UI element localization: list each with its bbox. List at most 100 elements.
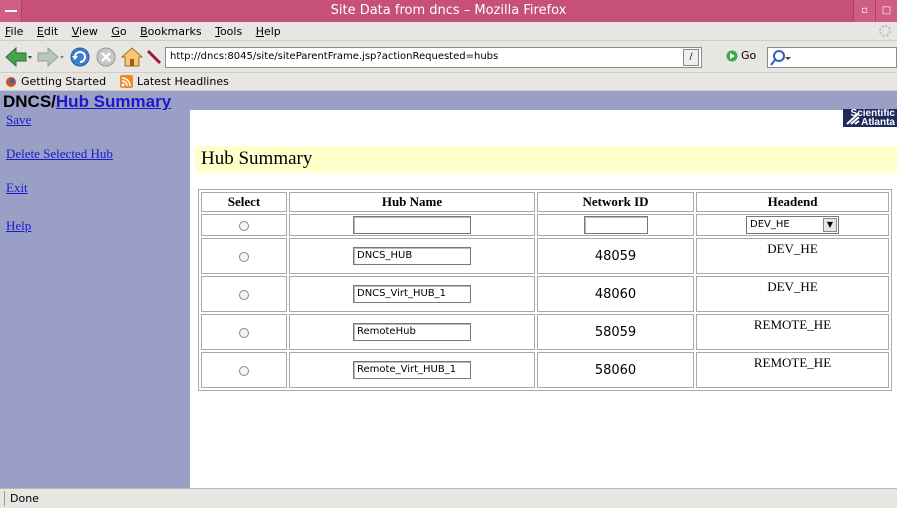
search-input[interactable]: [767, 47, 897, 68]
network-id-cell: 58059: [537, 314, 694, 350]
stop-icon: [96, 47, 116, 67]
menu-bookmarks[interactable]: Bookmarks: [135, 22, 206, 38]
back-arrow-icon: [5, 46, 32, 68]
reload-icon: [70, 47, 90, 67]
menu-edit[interactable]: Edit: [32, 22, 63, 38]
headend-cell: REMOTE_HE: [696, 352, 889, 388]
table-header-row: Select Hub Name Network ID Headend: [201, 192, 889, 212]
menu-go-label: o: [119, 25, 127, 38]
scientific-atlanta-logo: Scientific Atlanta: [843, 109, 897, 127]
select-radio[interactable]: [239, 290, 249, 301]
hub-name-input[interactable]: RemoteHub: [353, 323, 471, 341]
headend-select-value: DEV_HE: [750, 219, 790, 230]
menu-view[interactable]: View: [67, 22, 103, 38]
help-link[interactable]: Help: [6, 218, 31, 234]
menu-file-label: ile: [10, 25, 24, 38]
hub-name-cell: DNCS_Virt_HUB_1: [289, 276, 535, 312]
table-row: DNCS_Virt_HUB_1 48060 DEV_HE: [201, 276, 889, 312]
delete-selected-hub-link[interactable]: Delete Selected Hub: [6, 146, 113, 162]
select-cell: [201, 314, 287, 350]
status-text: Done: [10, 492, 39, 505]
hub-summary-link[interactable]: Hub Summary: [56, 92, 171, 111]
select-radio[interactable]: [239, 328, 249, 339]
menu-help-accel: H: [255, 25, 264, 38]
go-button[interactable]: Go: [726, 49, 756, 62]
menu-bar: File Edit View Go Bookmarks Tools Help: [0, 22, 897, 41]
menu-tools-label: ools: [219, 25, 243, 38]
status-bar: Done: [0, 488, 897, 508]
network-id-cell: [537, 214, 694, 236]
menu-view-accel: V: [71, 25, 80, 38]
select-cell: [201, 238, 287, 274]
table-row: DNCS_HUB 48059 DEV_HE: [201, 238, 889, 274]
logo-mark-icon: [846, 112, 860, 125]
chevron-down-icon: ▼: [823, 218, 837, 232]
window-titlebar: Site Data from dncs – Mozilla Firefox ▫ …: [0, 0, 897, 22]
select-radio[interactable]: [239, 252, 249, 263]
maximize-button[interactable]: □: [875, 0, 897, 22]
network-id-cell: 48059: [537, 238, 694, 274]
bookmark-getting-started[interactable]: Getting Started: [5, 75, 106, 88]
hub-name-cell: DNCS_HUB: [289, 238, 535, 274]
hub-name-input[interactable]: Remote_Virt_HUB_1: [353, 361, 471, 379]
page-header-title: DNCS/Hub Summary: [3, 92, 171, 112]
hub-name-input[interactable]: DNCS_HUB: [353, 247, 471, 265]
back-button[interactable]: [4, 45, 32, 69]
new-hub-row: DEV_HE ▼: [201, 214, 889, 236]
window-title: Site Data from dncs – Mozilla Firefox: [330, 3, 567, 18]
menu-bookmarks-label: ookmarks: [147, 25, 202, 38]
firefox-bookmark-icon: [6, 76, 16, 87]
rss-feed-icon: [120, 75, 133, 88]
throbber-icon: [879, 25, 891, 37]
new-network-id-input[interactable]: [583, 216, 648, 234]
page-title-bar: Hub Summary: [195, 146, 897, 173]
menu-edit-label: dit: [43, 25, 59, 38]
select-cell: [201, 276, 287, 312]
table-row: Remote_Virt_HUB_1 58060 REMOTE_HE: [201, 352, 889, 388]
new-hub-name-input[interactable]: [353, 216, 471, 234]
headend-select[interactable]: DEV_HE ▼: [746, 216, 839, 234]
menu-go-accel: G: [111, 25, 120, 38]
home-icon: [120, 47, 144, 67]
forward-arrow-icon: [37, 46, 64, 68]
bookmark-latest-headlines[interactable]: Latest Headlines: [120, 75, 229, 88]
hub-name-input[interactable]: DNCS_Virt_HUB_1: [353, 285, 471, 303]
status-divider: [4, 491, 6, 506]
menu-go[interactable]: Go: [106, 22, 131, 38]
minimize-button[interactable]: ▫: [853, 0, 875, 22]
search-icon: [770, 50, 791, 66]
menu-tools[interactable]: Tools: [210, 22, 247, 38]
column-header-network-id: Network ID: [537, 192, 694, 212]
hub-summary-table: Select Hub Name Network ID Headend DEV_H…: [198, 189, 892, 391]
network-id-cell: 58060: [537, 352, 694, 388]
home-button[interactable]: [120, 45, 144, 69]
menu-file[interactable]: File: [0, 22, 28, 38]
menu-view-label: iew: [79, 25, 98, 38]
go-icon: [726, 50, 738, 61]
menu-edit-accel: E: [36, 25, 44, 38]
site-favicon-icon: [146, 45, 162, 69]
forward-button[interactable]: [36, 45, 64, 69]
select-radio[interactable]: [239, 366, 249, 377]
headend-cell: REMOTE_HE: [696, 314, 889, 350]
page-title: Hub Summary: [201, 148, 313, 169]
select-cell: [201, 214, 287, 236]
exit-link[interactable]: Exit: [6, 180, 28, 196]
bookmark-label: Latest Headlines: [137, 75, 229, 88]
header-prefix: DNCS/: [3, 92, 56, 111]
url-bar[interactable]: http://dncs:8045/site/siteParentFrame.js…: [165, 47, 702, 68]
table-row: RemoteHub 58059 REMOTE_HE: [201, 314, 889, 350]
menu-help[interactable]: Help: [251, 22, 286, 38]
sidebar: Save Delete Selected Hub Exit Help: [0, 110, 190, 488]
favicon-shape: [146, 49, 162, 65]
bookmark-label: Getting Started: [21, 75, 107, 88]
select-radio[interactable]: [239, 221, 249, 232]
stop-button[interactable]: [94, 45, 118, 69]
bookmarks-toolbar: Getting Started Latest Headlines: [0, 73, 897, 91]
save-link[interactable]: Save: [6, 112, 31, 128]
reload-button[interactable]: [68, 45, 92, 69]
hub-name-cell: RemoteHub: [289, 314, 535, 350]
menu-bookmarks-accel: B: [140, 25, 148, 38]
column-header-headend: Headend: [696, 192, 889, 212]
url-history-dropdown[interactable]: ∕: [683, 49, 699, 66]
